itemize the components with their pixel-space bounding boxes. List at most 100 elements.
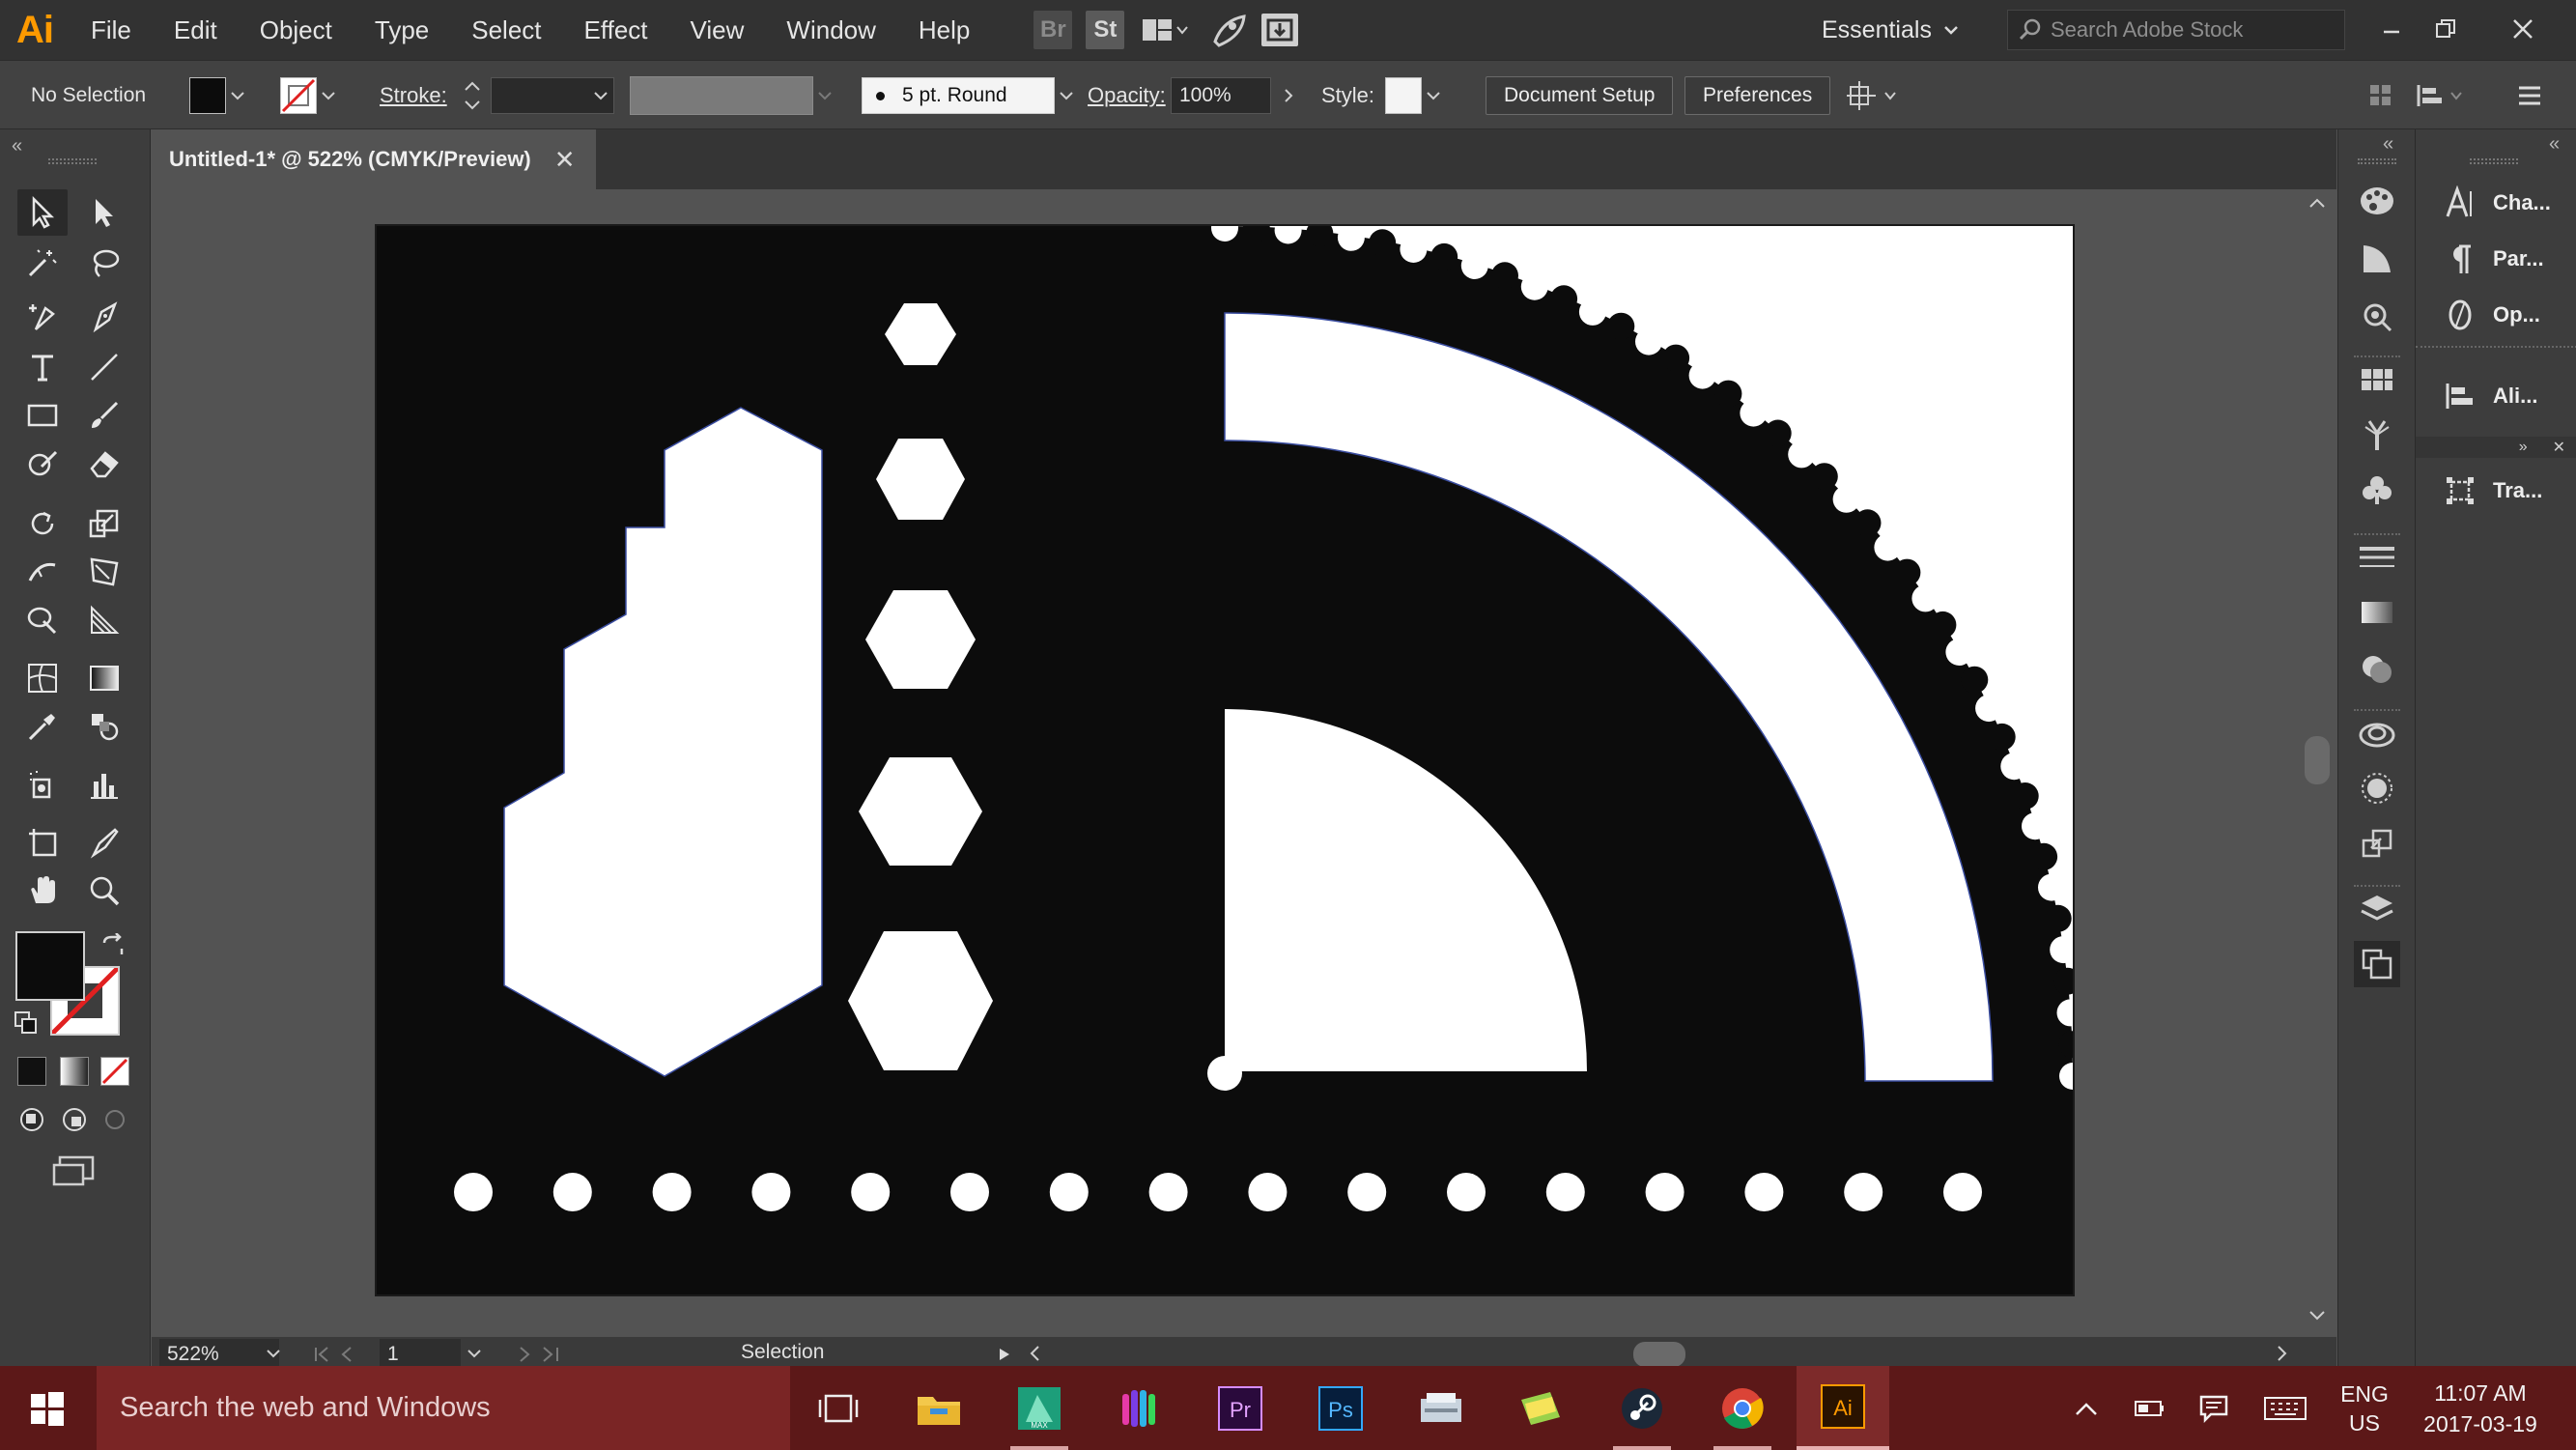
collapse-tools-icon[interactable]: « bbox=[12, 135, 22, 157]
bar-chart-app[interactable] bbox=[1093, 1366, 1186, 1450]
stroke-dropdown[interactable] bbox=[317, 77, 340, 114]
align-options-button[interactable] bbox=[2415, 61, 2469, 130]
hexagon-2[interactable] bbox=[876, 439, 965, 520]
dot[interactable] bbox=[454, 1173, 493, 1211]
menu-object[interactable]: Object bbox=[239, 0, 354, 60]
gradient-mode-button[interactable] bbox=[60, 1057, 89, 1086]
line-segment-tool[interactable] bbox=[79, 344, 129, 390]
pen-tool[interactable] bbox=[79, 294, 129, 340]
swatches-panel-button[interactable] bbox=[2354, 355, 2400, 402]
dot[interactable] bbox=[1148, 1173, 1188, 1211]
close-panel-icon[interactable]: ✕ bbox=[2553, 438, 2565, 457]
dot[interactable] bbox=[1447, 1173, 1486, 1211]
input-language-indicator[interactable]: ENG US bbox=[2326, 1366, 2403, 1450]
asset-export-panel-button[interactable] bbox=[2354, 821, 2400, 867]
gradient-tool[interactable] bbox=[79, 655, 129, 701]
collapse-dock-icon[interactable]: « bbox=[2383, 133, 2393, 156]
color-guide-panel-button[interactable] bbox=[2354, 236, 2400, 282]
rotate-tool[interactable] bbox=[17, 500, 68, 547]
battery-indicator[interactable] bbox=[2131, 1366, 2169, 1450]
close-app-button[interactable] bbox=[2502, 8, 2544, 50]
menu-effect[interactable]: Effect bbox=[563, 0, 669, 60]
magic-wand-tool[interactable] bbox=[17, 240, 68, 286]
chevron-down-icon[interactable] bbox=[467, 1349, 482, 1358]
blend-tool[interactable] bbox=[79, 703, 129, 750]
dot[interactable] bbox=[1545, 1173, 1585, 1211]
transparency-panel-button[interactable] bbox=[2354, 645, 2400, 692]
shaper-tool[interactable] bbox=[17, 441, 68, 487]
paintbrush-tool[interactable] bbox=[79, 392, 129, 439]
lasso-tool[interactable] bbox=[79, 240, 129, 286]
menu-view[interactable]: View bbox=[669, 0, 766, 60]
sync-settings-button[interactable] bbox=[1261, 14, 1299, 46]
scroll-down-icon[interactable] bbox=[2308, 1310, 2326, 1322]
zoom-tool[interactable] bbox=[79, 867, 129, 914]
direct-selection-tool[interactable] bbox=[79, 189, 129, 236]
premiere-pro-app[interactable]: Pr bbox=[1194, 1366, 1287, 1450]
stroke-weight-field[interactable] bbox=[491, 77, 614, 114]
perspective-grid-tool[interactable] bbox=[79, 597, 129, 643]
document-setup-button[interactable]: Document Setup bbox=[1486, 76, 1674, 115]
hexagon-1[interactable] bbox=[885, 303, 956, 365]
bridge-button[interactable]: Br bbox=[1033, 11, 1073, 49]
default-fill-stroke-button[interactable] bbox=[14, 1010, 39, 1036]
opacity-slider-toggle[interactable] bbox=[1277, 77, 1300, 114]
stepped-shape[interactable] bbox=[503, 407, 823, 1077]
scroll-right-icon[interactable] bbox=[2277, 1345, 2288, 1362]
stroke-label[interactable]: Stroke: bbox=[380, 83, 447, 108]
symbols-panel-button[interactable] bbox=[2354, 468, 2400, 514]
dot[interactable] bbox=[751, 1173, 791, 1211]
control-panel-menu[interactable] bbox=[2515, 61, 2544, 130]
chevron-down-icon[interactable] bbox=[266, 1349, 281, 1358]
menu-edit[interactable]: Edit bbox=[153, 0, 239, 60]
arrange-documents-button[interactable] bbox=[1138, 11, 1192, 49]
hexagon-3[interactable] bbox=[865, 590, 976, 689]
gpu-performance-button[interactable] bbox=[1209, 11, 1248, 49]
illustrator-app[interactable]: Ai bbox=[1797, 1366, 1889, 1450]
pivot-dot[interactable] bbox=[1207, 1056, 1242, 1091]
workspace-switcher[interactable]: Essentials bbox=[1822, 12, 1959, 48]
panel-grip[interactable] bbox=[2470, 158, 2518, 164]
free-transform-tool[interactable] bbox=[79, 549, 129, 595]
symbol-sprayer-tool[interactable] bbox=[17, 761, 68, 808]
align-panel-tab[interactable]: Ali... bbox=[2416, 369, 2576, 423]
opacity-label[interactable]: Opacity: bbox=[1088, 83, 1166, 108]
panel-grip[interactable] bbox=[48, 158, 97, 164]
stroke-panel-button[interactable] bbox=[2354, 533, 2400, 580]
touch-keyboard-button[interactable] bbox=[2260, 1366, 2310, 1450]
restore-button[interactable] bbox=[2424, 8, 2467, 50]
stroke-swatch[interactable] bbox=[280, 77, 317, 114]
dot[interactable] bbox=[1049, 1173, 1089, 1211]
search-stock-input[interactable]: Search Adobe Stock bbox=[2007, 10, 2345, 50]
dot[interactable] bbox=[1844, 1173, 1883, 1211]
gradient-panel-button[interactable] bbox=[2354, 589, 2400, 636]
layers-panel-button[interactable] bbox=[2354, 885, 2400, 931]
appearance-panel-button[interactable] bbox=[2354, 292, 2400, 338]
scroll-left-icon[interactable] bbox=[1029, 1345, 1040, 1362]
start-button[interactable] bbox=[0, 1366, 95, 1450]
stroke-weight-stepper[interactable] bbox=[462, 61, 483, 130]
opentype-panel-tab[interactable]: Op... bbox=[2416, 288, 2576, 342]
select-similar-button[interactable] bbox=[1845, 61, 1901, 130]
artboards-panel-button[interactable] bbox=[2354, 941, 2400, 987]
brush-dropdown[interactable] bbox=[1055, 77, 1078, 114]
character-panel-tab[interactable]: Cha... bbox=[2416, 176, 2576, 230]
dot[interactable] bbox=[1248, 1173, 1288, 1211]
style-dropdown[interactable] bbox=[1422, 77, 1445, 114]
arrange-icons-button[interactable] bbox=[2366, 61, 2395, 130]
menu-help[interactable]: Help bbox=[897, 0, 991, 60]
none-mode-button[interactable] bbox=[100, 1057, 129, 1086]
file-explorer-app[interactable] bbox=[892, 1366, 985, 1450]
type-tool[interactable] bbox=[17, 344, 68, 390]
hexagon-4[interactable] bbox=[859, 757, 982, 866]
change-screen-mode-button[interactable] bbox=[50, 1153, 97, 1188]
mesh-tool[interactable] bbox=[17, 655, 68, 701]
image-trace-panel-button[interactable] bbox=[2354, 765, 2400, 811]
fill-color-front[interactable] bbox=[15, 931, 85, 1001]
curvature-tool[interactable] bbox=[17, 294, 68, 340]
artwork[interactable] bbox=[377, 226, 2073, 1294]
artboard[interactable] bbox=[375, 224, 2075, 1296]
menu-file[interactable]: File bbox=[70, 0, 153, 60]
menu-select[interactable]: Select bbox=[450, 0, 562, 60]
transform-panel-tab[interactable]: Tra... bbox=[2416, 464, 2576, 518]
